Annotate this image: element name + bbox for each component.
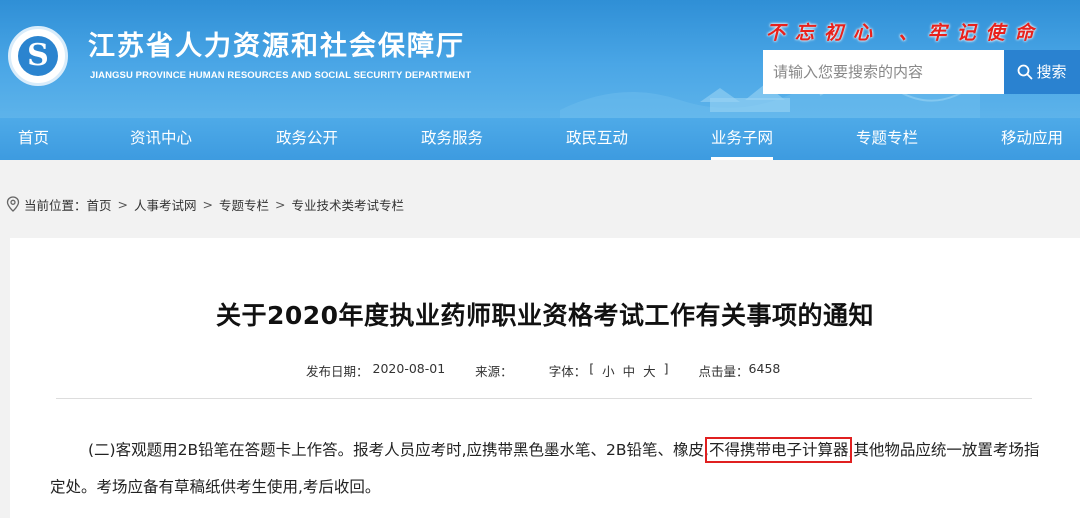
font-size-label: 字体： xyxy=(548,364,587,379)
view-count: 6458 xyxy=(748,361,781,376)
nav-item-government-services[interactable]: 政务服务 xyxy=(421,118,483,160)
font-size-small-button[interactable]: 小 xyxy=(602,361,615,380)
search-icon xyxy=(1018,64,1033,80)
site-title[interactable]: 江苏省人力资源和社会保障厅 xyxy=(88,24,465,63)
search-input[interactable] xyxy=(763,50,1004,94)
meta-divider xyxy=(56,398,1032,399)
nav-item-public-affairs[interactable]: 政务公开 xyxy=(276,118,338,160)
highlighted-text: 不得携带电子计算器 xyxy=(704,437,853,463)
search-button-label: 搜索 xyxy=(1036,63,1067,81)
breadcrumb-separator: > xyxy=(202,196,214,212)
site-header: S 江苏省人力资源和社会保障厅 JIANGSU PROVINCE HUMAN R… xyxy=(0,0,1080,118)
nav-item-mobile-apps[interactable]: 移动应用 xyxy=(1001,118,1063,160)
breadcrumb-item-exam-site[interactable]: 人事考试网 xyxy=(134,195,197,214)
nav-item-news[interactable]: 资讯中心 xyxy=(130,118,192,160)
nav-item-interaction[interactable]: 政民互动 xyxy=(566,118,628,160)
breadcrumb-separator: > xyxy=(275,196,286,212)
date-label: 发布日期： xyxy=(306,364,369,379)
slogan: 不忘初心 、牢记使命 xyxy=(766,22,1044,44)
article-paragraph: (二)客观题用2B铅笔在答题卡上作答。报考人员应考时,应携带黑色墨水笔、2B铅笔… xyxy=(50,432,1040,506)
font-size-large-button[interactable]: 大 xyxy=(643,361,656,380)
breadcrumb-separator: > xyxy=(117,196,129,212)
publish-date: 2020-08-01 xyxy=(372,361,446,376)
breadcrumb-item-special-topics[interactable]: 专题专栏 xyxy=(219,195,269,214)
source-label: 来源： xyxy=(475,364,513,379)
article-panel: 关于2020年度执业药师职业资格考试工作有关事项的通知 发布日期： 2020-0… xyxy=(10,238,1080,518)
main-nav: 首页 资讯中心 政务公开 政务服务 政民互动 业务子网 专题专栏 移动应用 xyxy=(0,118,1080,160)
logo-emblem: S xyxy=(18,36,58,76)
breadcrumb: 当前位置： 首页 > 人事考试网 > 专题专栏 > 专业技术类考试专栏 xyxy=(6,194,404,214)
search-button[interactable]: 搜索 xyxy=(1004,50,1080,94)
article-meta: 发布日期： 2020-08-01 来源： 字体： [ 小 中 大 ] 点击量： … xyxy=(306,361,780,380)
site-logo[interactable]: S xyxy=(8,26,68,86)
font-bracket-open: [ xyxy=(589,361,595,376)
breadcrumb-item-professional-exams[interactable]: 专业技术类考试专栏 xyxy=(292,195,405,214)
font-bracket-close: ] xyxy=(663,361,669,376)
location-pin-icon xyxy=(6,196,20,212)
nav-item-special-topics[interactable]: 专题专栏 xyxy=(856,118,918,160)
breadcrumb-prefix: 当前位置： xyxy=(24,197,87,213)
paragraph-text-before: (二)客观题用2B铅笔在答题卡上作答。报考人员应考时,应携带黑色墨水笔、2B铅笔… xyxy=(88,441,709,459)
nav-item-business-subnet[interactable]: 业务子网 xyxy=(711,118,774,160)
site-subtitle: JIANGSU PROVINCE HUMAN RESOURCES AND SOC… xyxy=(90,70,472,81)
nav-item-home[interactable]: 首页 xyxy=(18,118,49,160)
font-size-medium-button[interactable]: 中 xyxy=(623,361,636,380)
views-label: 点击量： xyxy=(698,364,749,379)
breadcrumb-item-home[interactable]: 首页 xyxy=(87,195,112,214)
article-title: 关于2020年度执业药师职业资格考试工作有关事项的通知 xyxy=(215,301,875,330)
